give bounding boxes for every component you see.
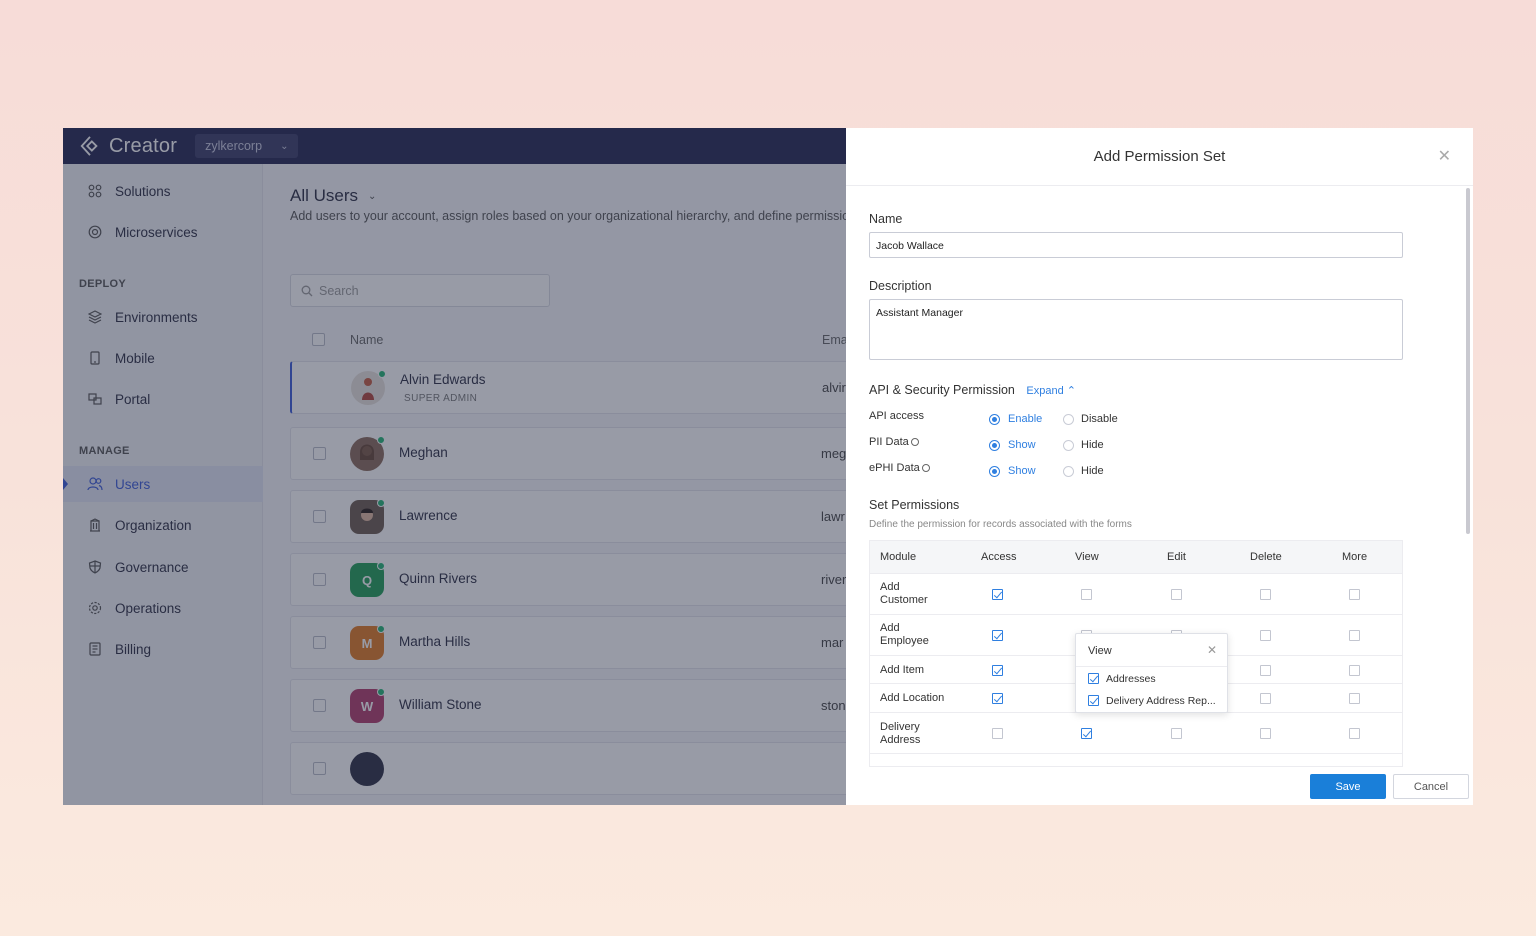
option-label: Addresses [1106, 673, 1156, 685]
access-checkbox[interactable] [992, 693, 1003, 704]
delete-checkbox[interactable] [1260, 630, 1271, 641]
column-header-delete: Delete [1250, 551, 1282, 563]
description-field[interactable]: Assistant Manager [869, 299, 1403, 360]
api-security-section: API & Security Permission Expand ⌃ [869, 383, 1076, 397]
more-checkbox[interactable] [1349, 728, 1360, 739]
api-access-label: API access [869, 410, 925, 422]
save-button[interactable]: Save [1310, 774, 1386, 799]
column-header-edit: Edit [1167, 551, 1186, 563]
access-checkbox[interactable] [992, 665, 1003, 676]
ephi-data-show-radio[interactable] [989, 466, 1000, 477]
radio-label: Hide [1081, 465, 1104, 477]
pii-data-show-radio[interactable] [989, 440, 1000, 451]
more-checkbox[interactable] [1349, 665, 1360, 676]
info-icon[interactable] [921, 464, 930, 472]
radio-label: Hide [1081, 439, 1104, 451]
name-field[interactable]: Jacob Wallace [869, 232, 1403, 258]
option-checkbox[interactable] [1088, 695, 1099, 706]
access-checkbox[interactable] [992, 728, 1003, 739]
more-checkbox[interactable] [1349, 693, 1360, 704]
delete-checkbox[interactable] [1260, 728, 1271, 739]
delete-checkbox[interactable] [1260, 693, 1271, 704]
pii-data-row: PII Data [869, 436, 919, 448]
column-header-more: More [1342, 551, 1368, 563]
modal-header: Add Permission Set ✕ [846, 128, 1473, 186]
module-name: Add Employee [880, 622, 929, 647]
access-checkbox[interactable] [992, 589, 1003, 600]
access-checkbox[interactable] [992, 630, 1003, 641]
cancel-button[interactable]: Cancel [1393, 774, 1469, 799]
api-access-enable-radio[interactable] [989, 414, 1000, 425]
app-window: Creator zylkercorp ⌄ Solutions Microserv… [63, 128, 1473, 805]
modal-footer: Save Cancel [846, 767, 1473, 805]
popover-option-addresses[interactable]: Addresses [1088, 673, 1156, 685]
more-checkbox[interactable] [1349, 630, 1360, 641]
pii-data-hide-radio[interactable] [1063, 440, 1074, 451]
popover-option-delivery-address-report[interactable]: Delivery Address Rep... [1088, 695, 1216, 707]
ephi-data-label: ePHI Data [869, 462, 920, 474]
users-app: Creator zylkercorp ⌄ Solutions Microserv… [63, 128, 846, 805]
permission-row-partial [870, 753, 1402, 766]
scrollbar[interactable] [1466, 188, 1470, 534]
api-section-title: API & Security Permission [869, 383, 1015, 397]
column-header-module: Module [880, 551, 917, 563]
set-permissions-title: Set Permissions [869, 498, 960, 512]
edit-checkbox[interactable] [1171, 589, 1182, 600]
modal-title: Add Permission Set [1093, 148, 1226, 165]
add-permission-set-panel: Add Permission Set ✕ Name Jacob Wallace … [846, 128, 1473, 805]
expand-link[interactable]: Expand ⌃ [1026, 385, 1076, 397]
info-icon[interactable] [910, 438, 919, 446]
popover-divider [1076, 666, 1227, 667]
ephi-data-hide-radio[interactable] [1063, 466, 1074, 477]
radio-label: Disable [1081, 413, 1118, 425]
option-checkbox[interactable] [1088, 673, 1099, 684]
close-icon[interactable]: ✕ [1207, 643, 1217, 657]
set-permissions-description: Define the permission for records associ… [869, 519, 1132, 530]
delete-checkbox[interactable] [1260, 589, 1271, 600]
permission-row-delivery-address: Delivery Address [870, 712, 1402, 753]
popover-title: View [1088, 645, 1112, 657]
api-access-disable-radio[interactable] [1063, 414, 1074, 425]
ephi-data-row: ePHI Data [869, 462, 930, 474]
module-name: Add Customer [880, 581, 928, 606]
option-label: Delivery Address Rep... [1106, 695, 1216, 707]
close-icon[interactable]: ✕ [1438, 146, 1451, 166]
permissions-table-header: Module Access View Edit Delete More [870, 541, 1402, 573]
view-checkbox[interactable] [1081, 589, 1092, 600]
view-checkbox[interactable] [1081, 728, 1092, 739]
description-label: Description [869, 279, 932, 293]
module-name: Add Location [880, 692, 945, 704]
name-label: Name [869, 212, 903, 226]
delete-checkbox[interactable] [1260, 665, 1271, 676]
permission-row-add-customer: Add Customer [870, 573, 1402, 614]
radio-label: Enable [1008, 413, 1043, 425]
pii-data-label: PII Data [869, 436, 909, 448]
column-header-access: Access [981, 551, 1017, 563]
more-checkbox[interactable] [1349, 589, 1360, 600]
view-options-popover: View ✕ Addresses Delivery Address Rep... [1075, 633, 1228, 713]
radio-label: Show [1008, 465, 1036, 477]
radio-label: Show [1008, 439, 1036, 451]
column-header-view: View [1075, 551, 1099, 563]
modal-backdrop[interactable] [63, 128, 846, 805]
edit-checkbox[interactable] [1171, 728, 1182, 739]
module-name: Add Item [880, 664, 925, 676]
module-name: Delivery Address [880, 721, 921, 746]
